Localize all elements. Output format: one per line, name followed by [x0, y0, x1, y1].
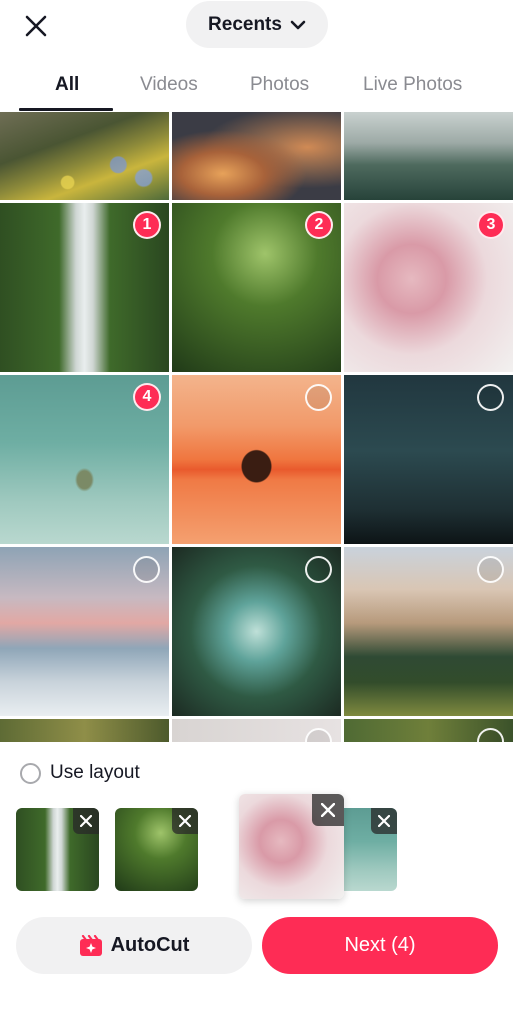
select-circle[interactable] [133, 556, 160, 583]
media-type-tabs: All Videos Photos Live Photos [0, 62, 513, 112]
media-item[interactable] [172, 112, 341, 200]
autocut-icon [79, 934, 102, 956]
remove-button[interactable] [371, 808, 397, 834]
select-circle[interactable] [477, 384, 504, 411]
album-dropdown[interactable]: Recents [186, 1, 328, 48]
autocut-button[interactable]: AutoCut [16, 917, 252, 974]
selection-badge[interactable]: 1 [133, 211, 161, 239]
chevron-down-icon [290, 20, 306, 29]
remove-icon [179, 815, 191, 827]
active-tab-indicator [19, 108, 113, 111]
media-picker-screen: Recents All Videos Photos Live Photos 1 [0, 0, 513, 1024]
tab-live-photos[interactable]: Live Photos [363, 74, 462, 96]
remove-icon [321, 803, 335, 817]
close-icon [25, 15, 47, 37]
photo-thumbnail [0, 719, 169, 742]
selected-item-dragging[interactable] [239, 794, 344, 899]
use-layout-radio[interactable] [20, 762, 41, 784]
selection-panel: Use layout AutoCut Next (4) [0, 742, 513, 1024]
use-layout-toggle[interactable]: Use layout [20, 762, 140, 784]
media-item[interactable] [172, 547, 341, 716]
media-item[interactable]: 2 [172, 203, 341, 372]
media-item[interactable] [0, 719, 169, 742]
select-circle[interactable] [305, 384, 332, 411]
selection-badge[interactable]: 2 [305, 211, 333, 239]
media-item[interactable]: 4 [0, 375, 169, 544]
media-item[interactable] [172, 375, 341, 544]
select-circle[interactable] [477, 556, 504, 583]
media-item[interactable] [344, 112, 513, 200]
photo-thumbnail [172, 112, 341, 200]
use-layout-label: Use layout [50, 762, 140, 783]
photo-thumbnail [344, 112, 513, 200]
remove-button[interactable] [312, 794, 344, 826]
tab-videos[interactable]: Videos [140, 74, 198, 96]
remove-icon [378, 815, 390, 827]
next-button[interactable]: Next (4) [262, 917, 498, 974]
autocut-label: AutoCut [110, 934, 190, 956]
selected-item[interactable] [16, 808, 99, 891]
tab-all[interactable]: All [55, 74, 79, 96]
remove-icon [80, 815, 92, 827]
tab-photos[interactable]: Photos [250, 74, 309, 96]
media-item[interactable] [344, 547, 513, 716]
album-label: Recents [208, 13, 282, 35]
close-button[interactable] [18, 8, 54, 44]
selection-badge[interactable]: 4 [133, 383, 161, 411]
remove-button[interactable] [73, 808, 99, 834]
media-item[interactable] [344, 375, 513, 544]
media-item[interactable] [0, 547, 169, 716]
media-item[interactable]: 1 [0, 203, 169, 372]
media-item[interactable]: 3 [344, 203, 513, 372]
selected-item[interactable] [115, 808, 198, 891]
media-item[interactable] [0, 112, 169, 200]
next-label: Next (4) [344, 934, 416, 956]
media-item[interactable] [344, 719, 513, 742]
remove-button[interactable] [172, 808, 198, 834]
selection-badge[interactable]: 3 [477, 211, 505, 239]
select-circle[interactable] [305, 556, 332, 583]
media-grid[interactable]: 1 2 3 4 [0, 112, 513, 742]
media-item[interactable] [172, 719, 341, 742]
